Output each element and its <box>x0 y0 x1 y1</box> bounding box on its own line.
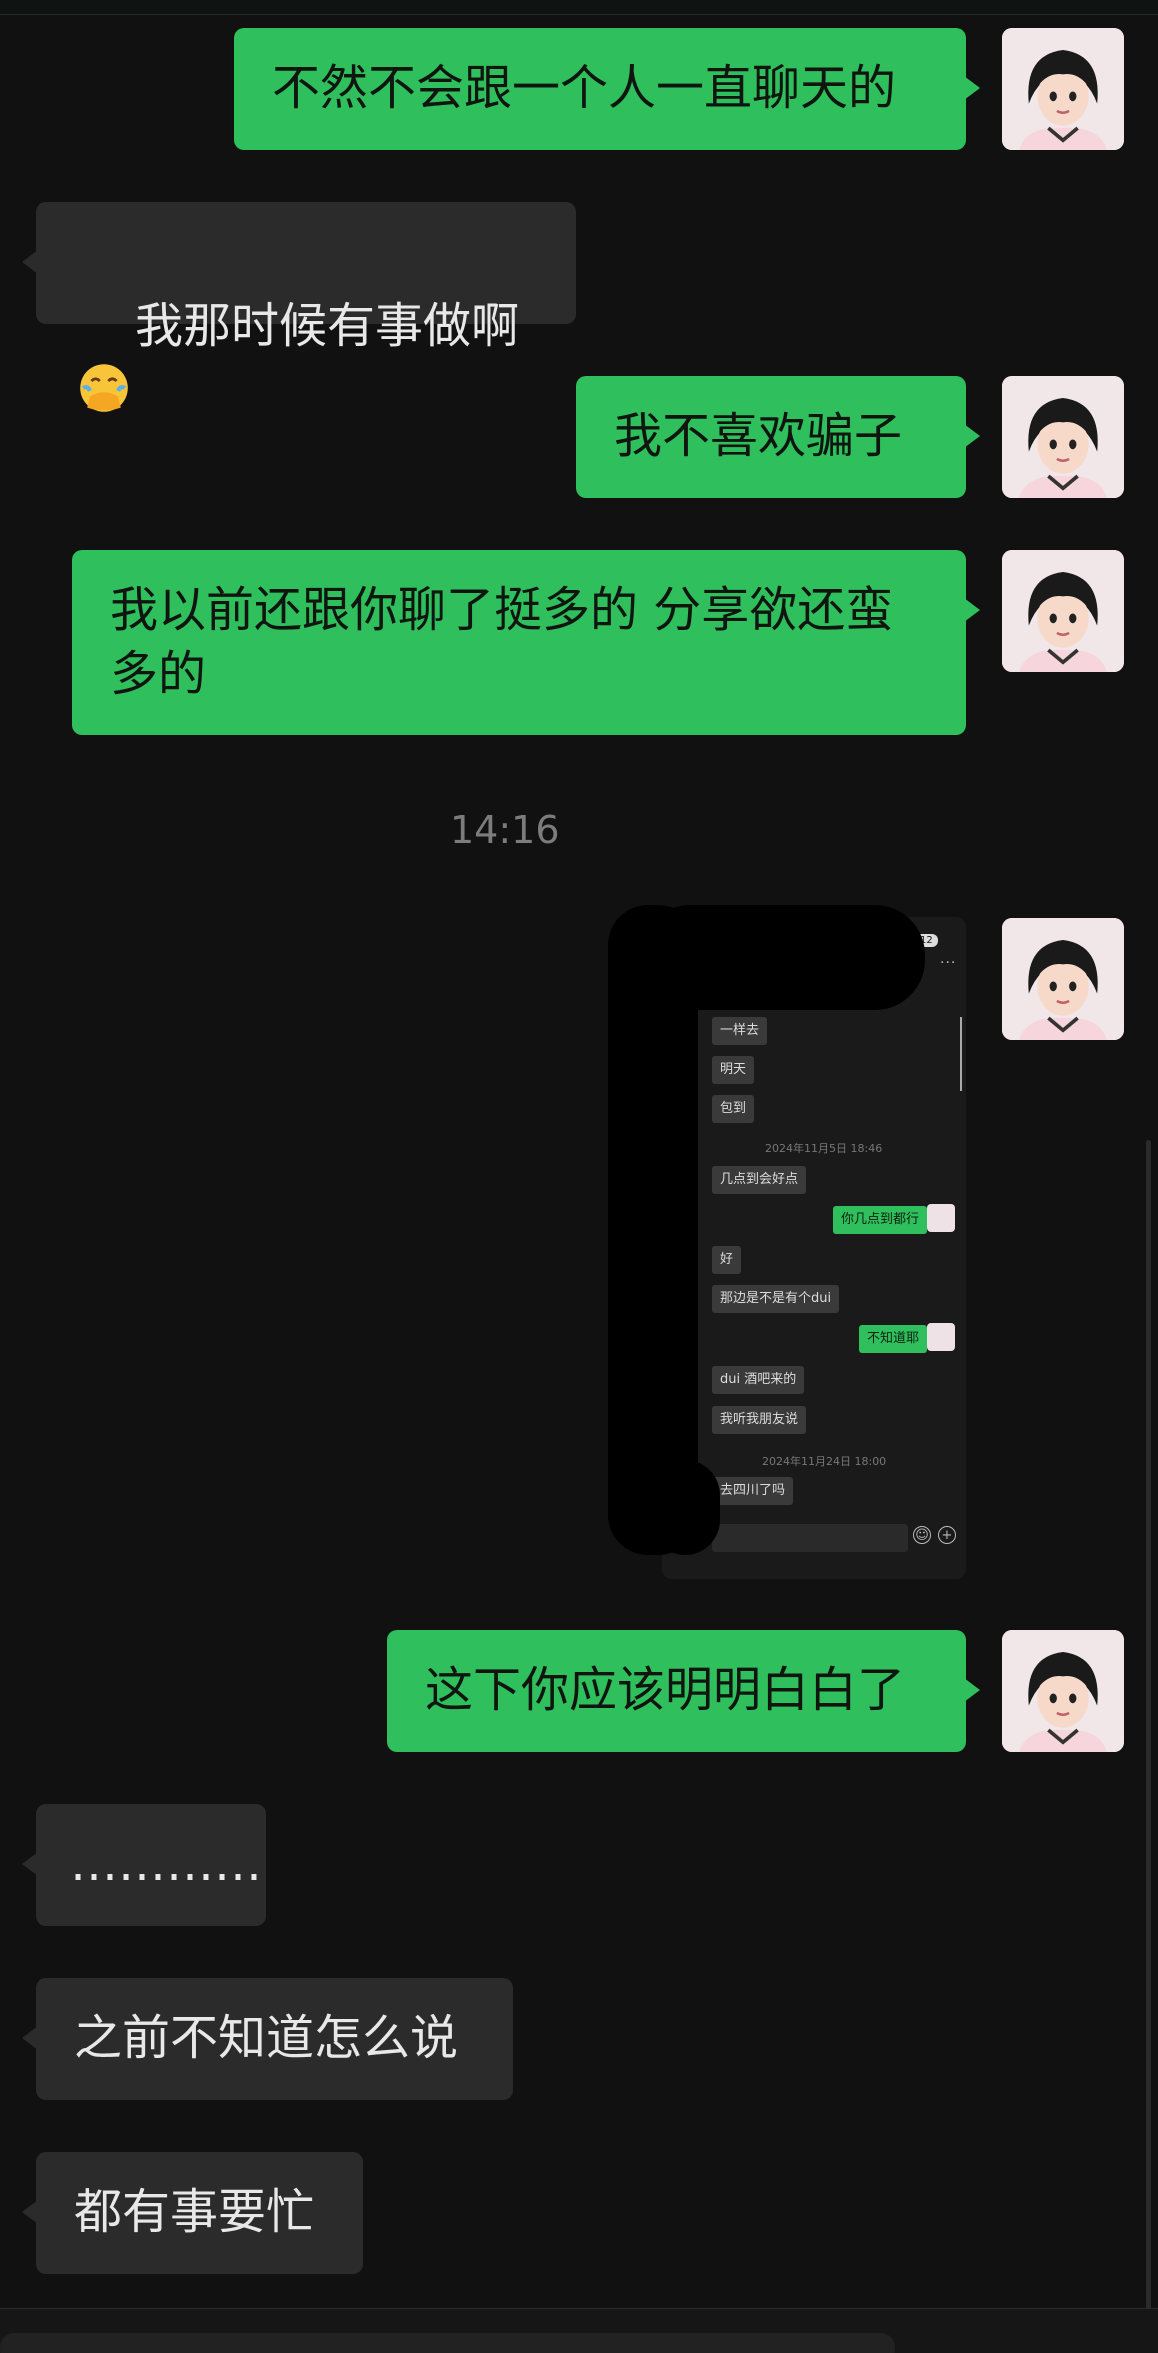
avatar-illustration-icon <box>1002 1630 1124 1752</box>
mini-message: 那边是不是有个dui <box>712 1285 840 1313</box>
message-bubble-sent[interactable]: 这下你应该明明白白了 <box>387 1630 980 1752</box>
mini-message: dui 酒吧来的 <box>712 1366 805 1394</box>
message-bubble-received[interactable]: 之前不知道怎么说 <box>22 1978 513 2100</box>
message-timestamp: 14:16 <box>450 808 560 852</box>
avatar-illustration-icon <box>1002 918 1124 1040</box>
avatar-illustration-icon <box>1002 28 1124 150</box>
mini-message-sent: 你几点到都行 <box>833 1206 928 1234</box>
mini-input-bar <box>712 1524 908 1552</box>
mini-message: 包到 <box>712 1095 755 1123</box>
message-input[interactable] <box>0 2333 895 2353</box>
message-bubble-received[interactable]: 我那时候有事做啊 <box>22 202 576 412</box>
avatar-illustration-icon <box>1002 550 1124 672</box>
user-avatar[interactable] <box>1002 918 1124 1040</box>
mini-emoji-icon: ☺ <box>913 1526 931 1544</box>
mini-avatar <box>927 1204 955 1232</box>
mini-message: 几点到会好点 <box>712 1166 807 1194</box>
user-avatar[interactable] <box>1002 28 1124 150</box>
mini-timestamp: 2024年11月24日 18:00 <box>762 1455 887 1468</box>
mini-message-sent: 不知道耶 <box>859 1325 928 1353</box>
user-avatar[interactable] <box>1002 376 1124 498</box>
mini-timestamp: 2024年11月5日 18:46 <box>765 1142 883 1155</box>
redaction-marker <box>650 1460 720 1555</box>
mini-message: 明天 <box>712 1056 755 1084</box>
message-bubble-received[interactable]: 都有事要忙 <box>22 2152 363 2274</box>
message-bubble-sent[interactable]: 不然不会跟一个人一直聊天的 <box>234 28 980 150</box>
mini-message: 一样去 <box>712 1017 768 1045</box>
user-avatar[interactable] <box>1002 1630 1124 1752</box>
message-bubble-received[interactable]: ………… <box>22 1804 266 1926</box>
chat-screen: 不然不会跟一个人一直聊天的 我那时候有事做啊 我不喜欢骗子 我以前还跟你聊了挺多… <box>0 0 1158 2353</box>
avatar-illustration-icon <box>1002 376 1124 498</box>
user-avatar[interactable] <box>1002 550 1124 672</box>
message-bubble-sent[interactable]: 我以前还跟你聊了挺多的 分享欲还蛮 多的 <box>72 550 980 735</box>
top-divider <box>0 0 1158 15</box>
message-bubble-sent[interactable]: 我不喜欢骗子 <box>576 376 980 498</box>
message-text: 我那时候有事做啊 <box>135 298 520 354</box>
mini-plus-icon: + <box>938 1526 956 1544</box>
redaction-marker <box>640 905 925 1010</box>
scrollbar[interactable] <box>1146 1140 1151 2330</box>
mini-message: 好 <box>712 1246 742 1274</box>
mini-avatar <box>927 1323 955 1351</box>
mini-scrollbar <box>960 1017 962 1091</box>
mini-message: 我听我朋友说 <box>712 1406 807 1434</box>
face-with-hand-over-mouth-emoji-icon <box>80 364 128 412</box>
mini-message: 去四川了吗 <box>712 1477 794 1505</box>
more-options-icon: ... <box>940 951 957 967</box>
